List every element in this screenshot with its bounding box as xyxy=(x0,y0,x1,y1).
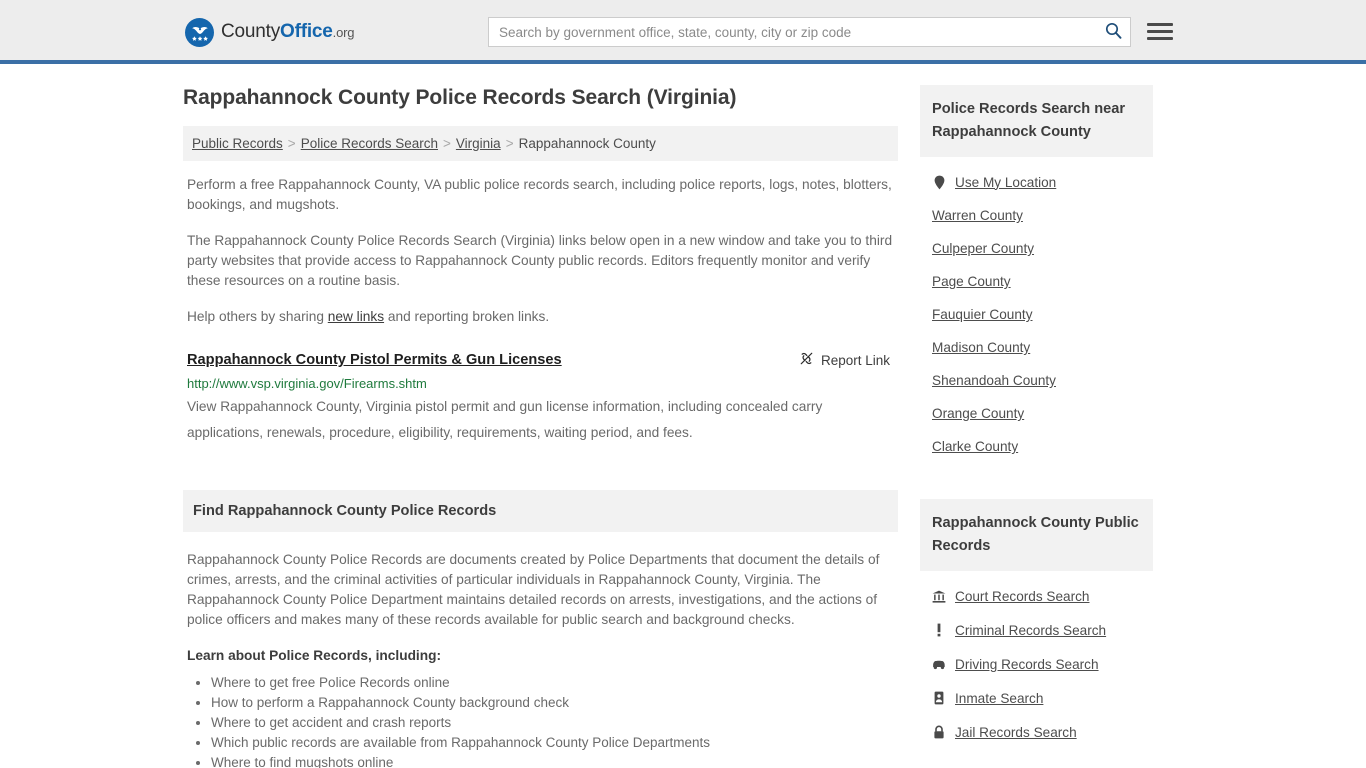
page-container: Rappahannock County Police Records Searc… xyxy=(183,64,1183,768)
logo-text-part2: Office xyxy=(280,21,333,42)
search-button[interactable] xyxy=(1096,18,1130,46)
help-text-after: and reporting broken links. xyxy=(384,309,550,324)
help-text-before: Help others by sharing xyxy=(187,309,328,324)
sidebar-item-fauquier-county[interactable]: Fauquier County xyxy=(920,298,1153,331)
sidebar-item-culpeper-county[interactable]: Culpeper County xyxy=(920,232,1153,265)
breadcrumb-item-public-records[interactable]: Public Records xyxy=(192,136,283,151)
sidebar-item-label[interactable]: Criminal Records Search xyxy=(955,623,1106,638)
header-inner: CountyOffice.org xyxy=(183,0,1183,64)
sidebar-item-label[interactable]: Orange County xyxy=(932,406,1024,421)
result-title-link[interactable]: Rappahannock County Pistol Permits & Gun… xyxy=(187,351,562,370)
sidebar-item-label[interactable]: Page County xyxy=(932,274,1011,289)
page-title: Rappahannock County Police Records Searc… xyxy=(183,86,737,109)
sidebar-item-label[interactable]: Inmate Search xyxy=(955,691,1043,706)
broken-link-icon xyxy=(799,351,814,369)
result-url: http://www.vsp.virginia.gov/Firearms.sht… xyxy=(187,376,427,391)
list-item: How to perform a Rappahannock County bac… xyxy=(211,693,894,713)
sidebar-item-warren-county[interactable]: Warren County xyxy=(920,199,1153,232)
sidebar-item-court-records-search[interactable]: Court Records Search xyxy=(920,579,1153,613)
sidebar-panel-nearby: Police Records Search near Rappahannock … xyxy=(920,85,1153,463)
hamburger-bar-2 xyxy=(1147,29,1173,33)
report-link-label: Report Link xyxy=(820,352,890,368)
sidebar-item-label[interactable]: Shenandoah County xyxy=(932,373,1056,388)
sidebar-item-label[interactable]: Jail Records Search xyxy=(955,725,1077,740)
sidebar-item-shenandoah-county[interactable]: Shenandoah County xyxy=(920,364,1153,397)
sidebar-panel-public-records: Rappahannock County Public Records Court… xyxy=(920,499,1153,749)
sidebar-item-orange-county[interactable]: Orange County xyxy=(920,397,1153,430)
site-logo[interactable]: CountyOffice.org xyxy=(185,17,354,47)
sidebar-item-label[interactable]: Fauquier County xyxy=(932,307,1033,322)
site-logo-text: CountyOffice.org xyxy=(221,21,354,43)
sidebar-item-clarke-county[interactable]: Clarke County xyxy=(920,430,1153,463)
map-pin-icon xyxy=(932,174,946,190)
sidebar-nearby-links: Use My Location Warren County Culpeper C… xyxy=(920,157,1153,463)
result-item: Rappahannock County Pistol Permits & Gun… xyxy=(183,343,898,446)
breadcrumb-separator: > xyxy=(443,136,451,151)
id-card-icon xyxy=(932,690,946,706)
sidebar-item-page-county[interactable]: Page County xyxy=(920,265,1153,298)
new-links-link[interactable]: new links xyxy=(328,309,384,324)
sidebar-item-jail-records-search[interactable]: Jail Records Search xyxy=(920,715,1153,749)
logo-text-part1: County xyxy=(221,21,281,42)
eagle-shield-icon xyxy=(185,17,214,47)
find-records-section-heading: Find Rappahannock County Police Records xyxy=(183,490,898,532)
breadcrumb-separator: > xyxy=(287,136,296,151)
courthouse-icon xyxy=(932,588,946,604)
breadcrumb-item-virginia[interactable]: Virginia xyxy=(456,136,501,151)
sidebar-item-label[interactable]: Clarke County xyxy=(932,439,1018,454)
breadcrumb: Public Records > Police Records Search > Vir… xyxy=(183,126,898,161)
result-header-row: Rappahannock County Pistol Permits & Gun… xyxy=(187,351,894,370)
intro-paragraph-1: Perform a free Rappahannock County, VA p… xyxy=(187,177,892,212)
sidebar-item-use-my-location[interactable]: Use My Location xyxy=(920,165,1153,199)
list-item: Where to find mugshots online xyxy=(211,753,894,768)
find-records-paragraph: Rappahannock County Police Records are d… xyxy=(187,552,880,627)
sidebar-item-criminal-records-search[interactable]: Criminal Records Search xyxy=(920,613,1153,647)
hamburger-bar-3 xyxy=(1147,36,1173,40)
list-item: Which public records are available from … xyxy=(211,733,894,753)
report-link-button[interactable]: Report Link xyxy=(799,351,894,369)
sidebar-item-label[interactable]: Use My Location xyxy=(955,175,1056,190)
sidebar-item-madison-county[interactable]: Madison County xyxy=(920,331,1153,364)
breadcrumb-item-rappahannock-county: Rappahannock County xyxy=(518,136,656,151)
sidebar-item-label[interactable]: Court Records Search xyxy=(955,589,1089,604)
sidebar-item-driving-records-search[interactable]: Driving Records Search xyxy=(920,647,1153,681)
sidebar-item-label[interactable]: Warren County xyxy=(932,208,1023,223)
learn-about-list: Where to get free Police Records online … xyxy=(187,673,894,768)
sidebar-public-records-links: Court Records Search Criminal Records Se… xyxy=(920,571,1153,749)
hamburger-menu-icon[interactable] xyxy=(1147,18,1173,44)
intro-paragraph-2: The Rappahannock County Police Records S… xyxy=(187,233,893,288)
search-input[interactable] xyxy=(489,18,1096,46)
sidebar-item-inmate-search[interactable]: Inmate Search xyxy=(920,681,1153,715)
sidebar-nearby-heading: Police Records Search near Rappahannock … xyxy=(920,85,1153,157)
exclamation-icon xyxy=(932,622,946,638)
sidebar-item-label[interactable]: Culpeper County xyxy=(932,241,1034,256)
learn-about-heading: Learn about Police Records, including: xyxy=(187,648,442,663)
breadcrumb-item-police-records-search[interactable]: Police Records Search xyxy=(301,136,438,151)
list-item: Where to get free Police Records online xyxy=(211,673,894,693)
hamburger-bar-1 xyxy=(1147,22,1173,26)
result-description: View Rappahannock County, Virginia pisto… xyxy=(187,399,823,440)
main-column: Rappahannock County Police Records Searc… xyxy=(183,85,898,768)
sidebar-item-label[interactable]: Madison County xyxy=(932,340,1030,355)
sidebar: Police Records Search near Rappahannock … xyxy=(920,85,1153,759)
search-bar[interactable] xyxy=(488,17,1131,47)
lock-icon xyxy=(932,724,946,740)
help-paragraph: Help others by sharing new links and rep… xyxy=(183,307,898,327)
find-records-section-body: Rappahannock County Police Records are d… xyxy=(183,532,898,768)
sidebar-public-records-heading: Rappahannock County Public Records xyxy=(920,499,1153,571)
site-header: CountyOffice.org xyxy=(0,0,1366,64)
list-item: Where to get accident and crash reports xyxy=(211,713,894,733)
logo-text-tld: .org xyxy=(332,25,355,40)
search-icon xyxy=(1105,22,1122,42)
sidebar-item-label[interactable]: Driving Records Search xyxy=(955,657,1099,672)
car-icon xyxy=(932,656,946,672)
breadcrumb-separator: > xyxy=(505,136,514,151)
